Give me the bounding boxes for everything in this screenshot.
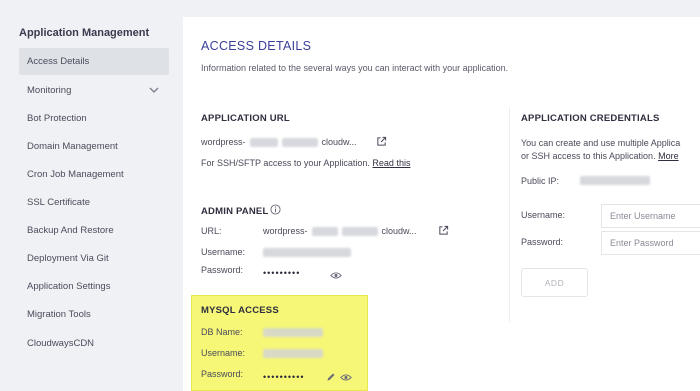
sidebar-item-migration-tools[interactable]: Migration Tools: [19, 301, 169, 328]
redacted-text: [341, 227, 378, 237]
sidebar-item-label: Application Settings: [27, 281, 111, 292]
admin-password-value: •••••••••: [263, 268, 301, 278]
sidebar-item-label: Backup And Restore: [27, 225, 114, 236]
credentials-desc-line1: You can create and use multiple Applica: [521, 138, 681, 148]
mysql-password-label: Password:: [201, 369, 244, 379]
ssh-note: For SSH/SFTP access to your Application.…: [201, 158, 410, 168]
page-subtitle: Information related to the several ways …: [201, 63, 509, 73]
mysql-access-heading: MYSQL ACCESS: [201, 305, 279, 316]
sidebar-item-ssl-certificate[interactable]: SSL Certificate: [19, 189, 169, 216]
column-divider: [509, 107, 510, 322]
eye-icon[interactable]: [340, 373, 352, 382]
sidebar-item-label: Access Details: [27, 56, 90, 67]
read-this-link[interactable]: Read this: [372, 158, 410, 168]
url-prefix: wordpress-: [263, 226, 308, 236]
cred-password-label: Password:: [521, 237, 564, 247]
admin-username-value[interactable]: [263, 248, 351, 257]
application-url[interactable]: wordpress-cloudw...: [201, 137, 357, 148]
mysql-password-value: ••••••••••: [263, 372, 305, 382]
pencil-icon[interactable]: [326, 372, 336, 382]
redacted-text: [249, 138, 278, 148]
sidebar-item-application-settings[interactable]: Application Settings: [19, 273, 169, 300]
sidebar-item-label: Domain Management: [27, 141, 118, 152]
application-credentials-heading: APPLICATION CREDENTIALS: [521, 113, 660, 124]
admin-panel-heading: ADMIN PANEL: [201, 206, 269, 217]
db-name-value[interactable]: [263, 328, 323, 337]
sidebar-item-label: SSL Certificate: [27, 197, 91, 208]
cred-username-label: Username:: [521, 210, 566, 220]
sidebar-item-label: Cron Job Management: [27, 169, 124, 180]
sidebar-item-backup-and-restore[interactable]: Backup And Restore: [19, 217, 169, 244]
url-suffix: cloudw...: [381, 226, 417, 236]
admin-password-label: Password:: [201, 265, 244, 275]
sidebar-item-access-details[interactable]: Access Details: [19, 48, 169, 75]
public-ip-value[interactable]: [580, 176, 650, 185]
admin-url[interactable]: wordpress-cloudw...: [263, 226, 417, 237]
username-input[interactable]: Enter Username: [601, 204, 700, 228]
ssh-note-text: For SSH/SFTP access to your Application.: [201, 158, 370, 168]
info-icon[interactable]: [270, 204, 281, 215]
sidebar-item-label: CloudwaysCDN: [27, 338, 95, 349]
admin-username-label: Username:: [201, 247, 246, 257]
sidebar: Application Management Access Details Mo…: [0, 0, 183, 391]
sidebar-title: Application Management: [19, 27, 150, 39]
mysql-username-label: Username:: [201, 348, 246, 358]
more-link[interactable]: More: [658, 151, 679, 161]
sidebar-item-cloudwayscdn[interactable]: CloudwaysCDN: [19, 330, 169, 357]
page-title: ACCESS DETAILS: [201, 39, 312, 53]
sidebar-item-label: Deployment Via Git: [27, 253, 109, 264]
password-input[interactable]: Enter Password: [601, 231, 700, 255]
chevron-down-icon: [149, 87, 159, 93]
sidebar-item-label: Migration Tools: [27, 309, 91, 320]
sidebar-item-label: Monitoring: [27, 85, 72, 96]
external-link-icon[interactable]: [438, 225, 449, 236]
sidebar-item-cron-job-management[interactable]: Cron Job Management: [19, 161, 169, 188]
add-credential-button[interactable]: ADD: [521, 268, 588, 297]
db-name-label: DB Name:: [201, 327, 243, 337]
credentials-desc-line2: or SSH access to this Application. More: [521, 151, 679, 161]
sidebar-item-bot-protection[interactable]: Bot Protection: [19, 105, 169, 132]
redacted-text: [281, 138, 318, 148]
credentials-desc-text: or SSH access to this Application.: [521, 151, 656, 161]
access-details-panel: ACCESS DETAILS Information related to th…: [183, 17, 700, 391]
sidebar-item-deployment-via-git[interactable]: Deployment Via Git: [19, 245, 169, 272]
sidebar-item-domain-management[interactable]: Domain Management: [19, 133, 169, 160]
eye-icon[interactable]: [330, 271, 342, 280]
url-suffix: cloudw...: [321, 137, 357, 147]
sidebar-item-monitoring[interactable]: Monitoring: [19, 77, 169, 104]
external-link-icon[interactable]: [376, 136, 387, 147]
redacted-text: [311, 227, 338, 237]
application-url-heading: APPLICATION URL: [201, 113, 290, 124]
admin-url-label: URL:: [201, 226, 222, 236]
mysql-username-value[interactable]: [263, 349, 323, 358]
url-prefix: wordpress-: [201, 137, 246, 147]
sidebar-item-label: Bot Protection: [27, 113, 87, 124]
public-ip-label: Public IP:: [521, 176, 560, 186]
